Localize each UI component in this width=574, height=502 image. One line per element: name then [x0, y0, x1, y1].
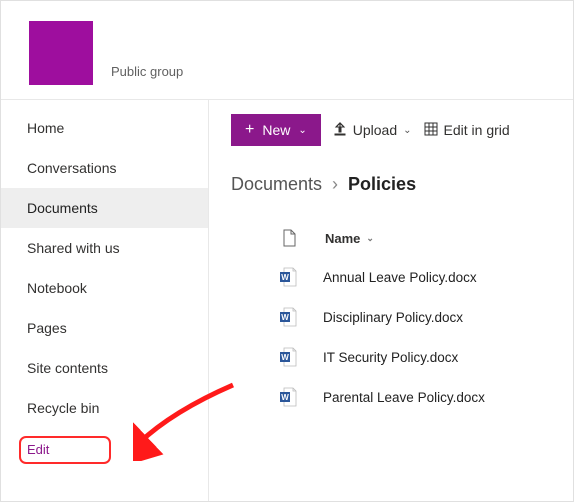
file-name[interactable]: Parental Leave Policy.docx [323, 390, 485, 405]
sidebar-item-documents[interactable]: Documents [1, 188, 208, 228]
site-logo [29, 21, 93, 85]
sidebar-item-pages[interactable]: Pages [1, 308, 208, 348]
sidebar-item-label: Conversations [27, 160, 117, 176]
file-type-column-icon [279, 229, 299, 247]
name-column-header[interactable]: Name ⌄ [325, 231, 374, 246]
plus-icon: + [245, 121, 254, 139]
sidebar-item-label: Recycle bin [27, 400, 99, 416]
sidebar-item-label: Notebook [27, 280, 87, 296]
table-row[interactable]: W Disciplinary Policy.docx [231, 297, 565, 337]
chevron-down-icon: ⌄ [366, 233, 374, 244]
sidebar-item-conversations[interactable]: Conversations [1, 148, 208, 188]
breadcrumb: Documents › Policies [231, 174, 565, 195]
sidebar-edit-label: Edit [27, 442, 49, 457]
sidebar-item-notebook[interactable]: Notebook [1, 268, 208, 308]
sidebar-item-label: Pages [27, 320, 67, 336]
word-document-icon: W [279, 387, 297, 407]
upload-icon [333, 122, 347, 139]
word-document-icon: W [279, 267, 297, 287]
svg-text:W: W [281, 353, 289, 362]
name-header-label: Name [325, 231, 360, 246]
grid-icon [424, 122, 438, 139]
new-button-label: New [262, 122, 290, 138]
group-type-label: Public group [111, 64, 183, 79]
site-header: Public group [1, 1, 573, 100]
main-layout: Home Conversations Documents Shared with… [1, 100, 573, 501]
chevron-down-icon: ⌄ [298, 125, 306, 136]
sidebar-item-label: Shared with us [27, 240, 120, 256]
table-row[interactable]: W IT Security Policy.docx [231, 337, 565, 377]
table-row[interactable]: W Parental Leave Policy.docx [231, 377, 565, 417]
sidebar-item-home[interactable]: Home [1, 108, 208, 148]
breadcrumb-separator-icon: › [332, 174, 338, 195]
table-row[interactable]: W Annual Leave Policy.docx [231, 257, 565, 297]
sidebar-item-shared[interactable]: Shared with us [1, 228, 208, 268]
sidebar-item-label: Home [27, 120, 64, 136]
main-content: + New ⌄ Upload ⌄ Edit in grid Documents … [209, 100, 573, 501]
left-nav: Home Conversations Documents Shared with… [1, 100, 209, 501]
file-name[interactable]: IT Security Policy.docx [323, 350, 458, 365]
svg-text:W: W [281, 313, 289, 322]
file-list-header: Name ⌄ [231, 221, 565, 257]
edit-grid-button[interactable]: Edit in grid [424, 122, 510, 139]
new-button[interactable]: + New ⌄ [231, 114, 321, 146]
file-list: W Annual Leave Policy.docx W Disciplinary P… [231, 257, 565, 417]
svg-text:W: W [281, 273, 289, 282]
upload-label: Upload [353, 122, 397, 138]
svg-text:W: W [281, 393, 289, 402]
chevron-down-icon: ⌄ [403, 125, 411, 136]
command-bar: + New ⌄ Upload ⌄ Edit in grid [231, 114, 565, 146]
sidebar-item-label: Site contents [27, 360, 108, 376]
word-document-icon: W [279, 307, 297, 327]
sidebar-item-label: Documents [27, 200, 98, 216]
sidebar-item-recyclebin[interactable]: Recycle bin [1, 388, 208, 428]
edit-grid-label: Edit in grid [444, 122, 510, 138]
file-name[interactable]: Disciplinary Policy.docx [323, 310, 463, 325]
word-document-icon: W [279, 347, 297, 367]
sidebar-edit-link[interactable]: Edit [1, 428, 208, 471]
sidebar-item-sitecontents[interactable]: Site contents [1, 348, 208, 388]
breadcrumb-root[interactable]: Documents [231, 174, 322, 195]
file-name[interactable]: Annual Leave Policy.docx [323, 270, 477, 285]
breadcrumb-current: Policies [348, 174, 416, 195]
upload-button[interactable]: Upload ⌄ [333, 122, 412, 139]
